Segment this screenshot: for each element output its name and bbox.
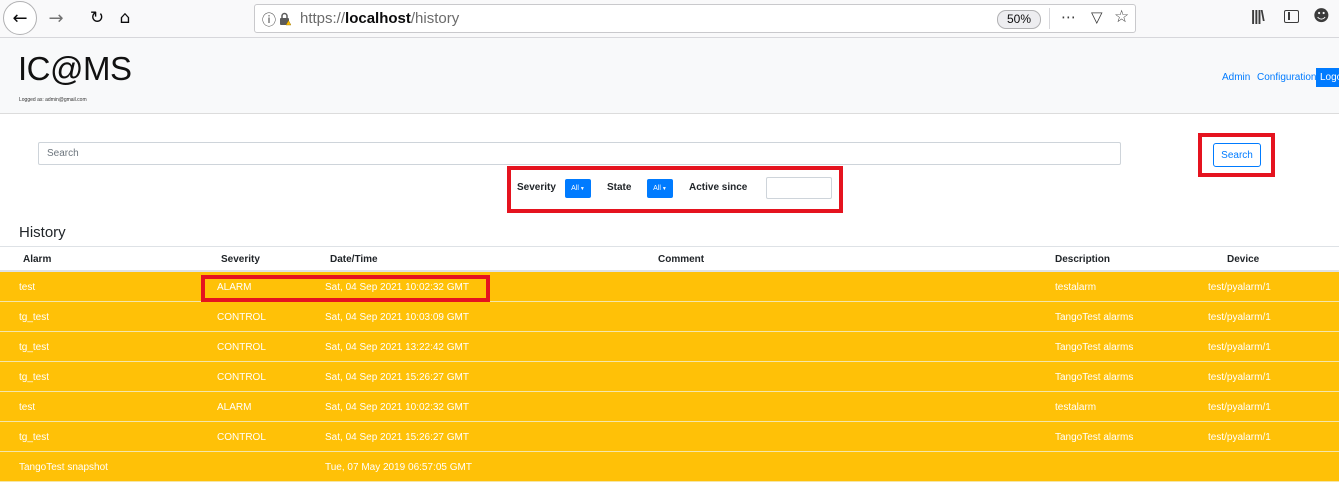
cell-device: test/pyalarm/1	[1208, 372, 1271, 383]
cell-alarm: tg_test	[19, 342, 50, 353]
cell-datetime: Sat, 04 Sep 2021 10:02:32 GMT	[325, 282, 469, 293]
library-icon[interactable]: |||\	[1251, 8, 1265, 25]
cell-severity: CONTROL	[217, 312, 266, 323]
table-row[interactable]: tg_test CONTROL Sat, 04 Sep 2021 15:26:2…	[0, 422, 1339, 452]
state-filter-label: State	[607, 182, 632, 193]
column-header-severity[interactable]: Severity	[221, 254, 260, 265]
active-since-label: Active since	[689, 182, 748, 193]
cell-alarm: test	[19, 402, 36, 413]
cell-description: testalarm	[1055, 282, 1097, 293]
cell-device: test/pyalarm/1	[1208, 282, 1271, 293]
cell-severity: CONTROL	[217, 372, 266, 383]
search-button[interactable]: Search	[1213, 143, 1261, 167]
column-header-alarm[interactable]: Alarm	[23, 254, 51, 265]
cell-alarm: test	[19, 282, 36, 293]
bookmark-star-icon[interactable]: ☆	[1114, 7, 1129, 27]
cell-datetime: Sat, 04 Sep 2021 13:22:42 GMT	[325, 342, 469, 353]
cell-alarm: tg_test	[19, 312, 50, 323]
chevron-down-icon: ▼	[661, 186, 667, 192]
page-actions-icon[interactable]: ⋯	[1061, 8, 1077, 26]
cell-datetime: Sat, 04 Sep 2021 10:03:09 GMT	[325, 312, 469, 323]
cell-description: TangoTest alarms	[1055, 312, 1134, 323]
table-row[interactable]: test ALARM Sat, 04 Sep 2021 10:02:32 GMT…	[0, 392, 1339, 422]
cell-description: TangoTest alarms	[1055, 372, 1134, 383]
column-header-device[interactable]: Device	[1227, 254, 1259, 265]
url-path: /history	[410, 10, 460, 27]
url-divider	[1049, 8, 1050, 29]
table-row[interactable]: test ALARM Sat, 04 Sep 2021 10:02:32 GMT…	[0, 272, 1339, 302]
logout-button[interactable]: Logout	[1316, 68, 1339, 87]
browser-toolbar: ← → ↻ ⌂ ⓘ https://localhost/history 50% …	[0, 0, 1339, 38]
cell-alarm: TangoTest snapshot	[19, 462, 108, 473]
cell-description: testalarm	[1055, 402, 1097, 413]
table-row[interactable]: tg_test CONTROL Sat, 04 Sep 2021 10:03:0…	[0, 302, 1339, 332]
cell-device: test/pyalarm/1	[1208, 402, 1271, 413]
cell-datetime: Sat, 04 Sep 2021 15:26:27 GMT	[325, 432, 469, 443]
pocket-icon[interactable]: ▽	[1091, 8, 1103, 26]
zoom-level-badge[interactable]: 50%	[997, 10, 1041, 29]
chevron-down-icon: ▼	[579, 186, 585, 192]
cell-device: test/pyalarm/1	[1208, 312, 1271, 323]
url-host: localhost	[345, 10, 411, 27]
cell-datetime: Sat, 04 Sep 2021 10:02:32 GMT	[325, 402, 469, 413]
home-icon[interactable]: ⌂	[114, 4, 136, 32]
cell-severity: CONTROL	[217, 432, 266, 443]
table-header-row: Alarm Severity Date/Time Comment Descrip…	[0, 246, 1339, 272]
reload-icon[interactable]: ↻	[86, 4, 108, 32]
cell-description: TangoTest alarms	[1055, 432, 1134, 443]
severity-dropdown[interactable]: All▼	[565, 179, 591, 198]
search-input[interactable]	[38, 142, 1121, 165]
account-icon[interactable]: ☻	[1313, 6, 1330, 25]
table-row[interactable]: tg_test CONTROL Sat, 04 Sep 2021 15:26:2…	[0, 362, 1339, 392]
app-logo[interactable]: IC@MS	[18, 52, 132, 85]
column-header-datetime[interactable]: Date/Time	[330, 254, 378, 265]
forward-icon[interactable]: →	[44, 4, 68, 32]
url-text[interactable]: https://localhost/history	[300, 10, 459, 27]
column-header-description[interactable]: Description	[1055, 254, 1110, 265]
cell-device: test/pyalarm/1	[1208, 432, 1271, 443]
active-since-input[interactable]	[766, 177, 832, 199]
info-icon[interactable]: ⓘ	[262, 10, 276, 30]
cell-datetime: Tue, 07 May 2019 06:57:05 GMT	[325, 462, 472, 473]
lock-warning-icon[interactable]	[279, 12, 291, 26]
cell-description: TangoTest alarms	[1055, 342, 1134, 353]
severity-dropdown-value: All	[571, 185, 579, 192]
cell-severity: ALARM	[217, 402, 252, 413]
url-scheme: https://	[300, 10, 346, 27]
app-header: IC@MS Logged as: admin@gmail.com Admin C…	[0, 38, 1339, 114]
cell-severity: ALARM	[217, 282, 252, 293]
severity-filter-label: Severity	[517, 182, 556, 193]
cell-severity: CONTROL	[217, 342, 266, 353]
cell-alarm: tg_test	[19, 372, 50, 383]
cell-alarm: tg_test	[19, 432, 50, 443]
column-header-comment[interactable]: Comment	[658, 254, 704, 265]
state-dropdown-value: All	[653, 185, 661, 192]
address-bar[interactable]: ⓘ https://localhost/history 50% ⋯ ▽ ☆	[254, 4, 1136, 33]
table-row[interactable]: tg_test CONTROL Sat, 04 Sep 2021 13:22:4…	[0, 332, 1339, 362]
nav-configuration-link[interactable]: Configuration	[1257, 72, 1316, 83]
logged-as-text: Logged as: admin@gmail.com	[19, 97, 87, 103]
cell-datetime: Sat, 04 Sep 2021 15:26:27 GMT	[325, 372, 469, 383]
sidebar-icon[interactable]	[1284, 10, 1299, 23]
state-dropdown[interactable]: All▼	[647, 179, 673, 198]
back-icon[interactable]: ←	[3, 1, 37, 35]
history-title: History	[19, 224, 66, 241]
nav-admin-link[interactable]: Admin	[1222, 72, 1250, 83]
cell-device: test/pyalarm/1	[1208, 342, 1271, 353]
